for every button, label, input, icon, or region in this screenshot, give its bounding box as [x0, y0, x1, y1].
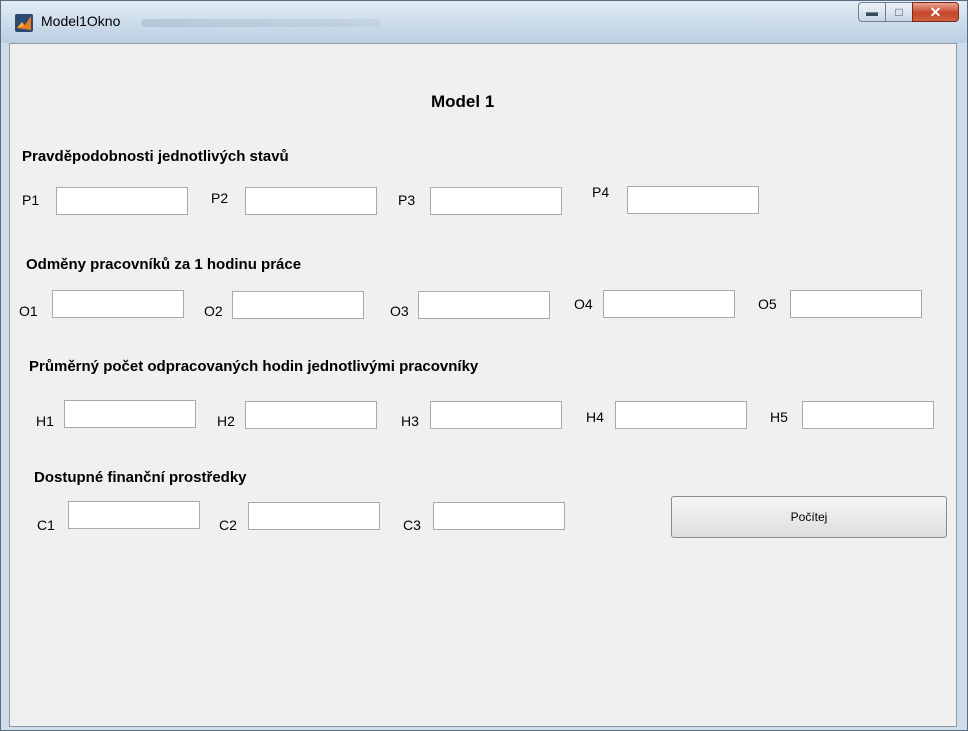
p3-input[interactable]	[430, 187, 562, 215]
label-p4: P4	[592, 184, 610, 200]
c1-input[interactable]	[68, 501, 200, 529]
p1-input[interactable]	[56, 187, 188, 215]
label-p2: P2	[211, 190, 229, 206]
c3-input[interactable]	[433, 502, 565, 530]
label-c3: C3	[403, 517, 421, 533]
section-title-hours: Průměrný počet odpracovaných hodin jedno…	[29, 358, 479, 375]
label-p3: P3	[398, 192, 416, 208]
window-title: Model1Okno	[41, 13, 121, 29]
close-icon: ✕	[929, 3, 942, 20]
h2-input[interactable]	[245, 401, 377, 429]
label-p1: P1	[22, 192, 40, 208]
label-o3: O3	[390, 303, 409, 319]
title-bar-path	[141, 19, 381, 27]
p2-input[interactable]	[245, 187, 377, 215]
section-title-probabilities: Pravděpodobnosti jednotlivých stavů	[22, 148, 289, 165]
h3-input[interactable]	[430, 401, 562, 429]
page-title: Model 1	[431, 92, 495, 111]
close-button[interactable]: ✕	[912, 2, 959, 22]
label-c2: C2	[219, 517, 237, 533]
label-o1: O1	[19, 303, 38, 319]
h5-input[interactable]	[802, 401, 934, 429]
label-o4: O4	[574, 296, 593, 312]
title-bar[interactable]: Model1Okno ▬ □ ✕	[1, 1, 967, 43]
window-controls: ▬ □ ✕	[858, 2, 959, 22]
minimize-button[interactable]: ▬	[858, 2, 885, 22]
p4-input[interactable]	[627, 186, 759, 214]
section-title-wages: Odměny pracovníků za 1 hodinu práce	[26, 256, 302, 273]
label-h5: H5	[770, 409, 788, 425]
matlab-icon	[15, 14, 33, 32]
o4-input[interactable]	[603, 290, 735, 318]
o5-input[interactable]	[790, 290, 922, 318]
section-title-funds: Dostupné finanční prostředky	[34, 469, 247, 486]
compute-button-label: Počítej	[790, 510, 828, 524]
c2-input[interactable]	[248, 502, 380, 530]
label-h2: H2	[217, 413, 235, 429]
label-h4: H4	[586, 409, 604, 425]
o1-input[interactable]	[52, 290, 184, 318]
h4-input[interactable]	[615, 401, 747, 429]
label-o2: O2	[204, 303, 223, 319]
label-h1: H1	[36, 413, 54, 429]
h1-input[interactable]	[64, 400, 196, 428]
figure-panel: Model 1 Pravděpodobnosti jednotlivých st…	[9, 43, 957, 727]
label-c1: C1	[37, 517, 55, 533]
o3-input[interactable]	[418, 291, 550, 319]
o2-input[interactable]	[232, 291, 364, 319]
app-window: Model1Okno ▬ □ ✕ Model 1 Pravděpodobnost…	[0, 0, 968, 731]
maximize-button[interactable]: □	[885, 2, 912, 22]
label-h3: H3	[401, 413, 419, 429]
maximize-icon: □	[895, 5, 903, 19]
compute-button[interactable]: Počítej	[671, 496, 947, 538]
minimize-icon: ▬	[866, 5, 878, 19]
label-o5: O5	[758, 296, 777, 312]
